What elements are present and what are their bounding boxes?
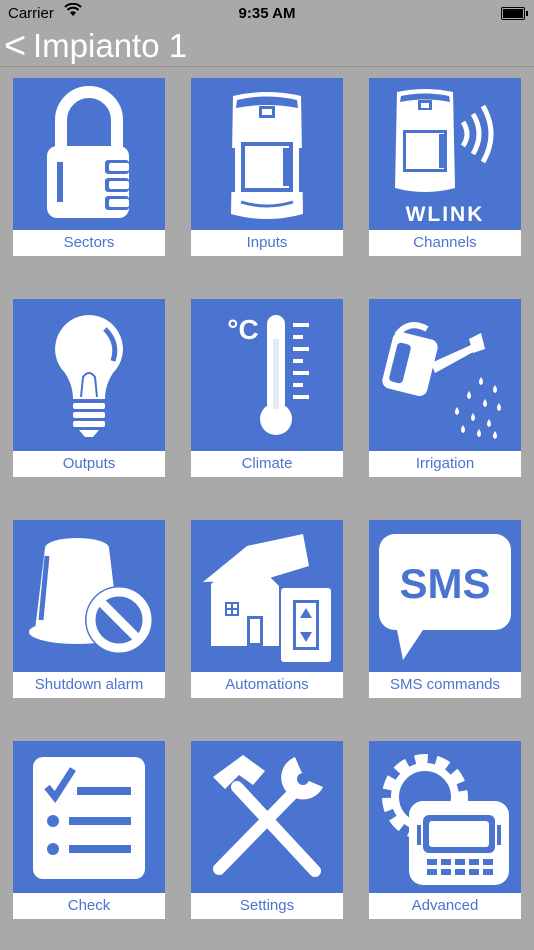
tools-icon xyxy=(191,741,343,893)
tile-sectors[interactable]: Sectors xyxy=(13,78,165,256)
tile-settings[interactable]: Settings xyxy=(191,741,343,919)
sms-text: SMS xyxy=(399,560,490,607)
house-icon xyxy=(191,520,343,672)
checklist-icon xyxy=(13,741,165,893)
tile-label: Sectors xyxy=(13,230,165,256)
tile-irrigation[interactable]: Irrigation xyxy=(369,299,521,477)
navigation-bar: < Impianto 1 xyxy=(0,25,534,67)
wlink-text: WLINK xyxy=(406,203,485,226)
tile-label: Advanced xyxy=(369,893,521,919)
lightbulb-icon xyxy=(13,299,165,451)
thermometer-icon: °C xyxy=(191,299,343,451)
tile-label: Climate xyxy=(191,451,343,477)
tile-sms-commands[interactable]: SMS SMS commands xyxy=(369,520,521,698)
tile-outputs[interactable]: Outputs xyxy=(13,299,165,477)
tile-label: Inputs xyxy=(191,230,343,256)
tile-label: SMS commands xyxy=(369,672,521,698)
tile-climate[interactable]: °C Climate xyxy=(191,299,343,477)
tile-label: Automations xyxy=(191,672,343,698)
celsius-text: °C xyxy=(227,314,258,345)
tile-label: Settings xyxy=(191,893,343,919)
back-button[interactable]: < xyxy=(4,22,26,70)
tile-automations[interactable]: Automations xyxy=(191,520,343,698)
page-title: Impianto 1 xyxy=(33,27,188,64)
padlock-icon xyxy=(13,78,165,230)
wireless-sensor-icon: WLINK xyxy=(369,78,521,230)
clock: 9:35 AM xyxy=(238,5,296,22)
tile-label: Check xyxy=(13,893,165,919)
tile-shutdown-alarm[interactable]: Shutdown alarm xyxy=(13,520,165,698)
tile-inputs[interactable]: Inputs xyxy=(191,78,343,256)
siren-off-icon xyxy=(13,520,165,672)
tile-label: Shutdown alarm xyxy=(13,672,165,698)
tile-label: Outputs xyxy=(13,451,165,477)
tile-label: Channels xyxy=(369,230,521,256)
watering-can-icon xyxy=(369,299,521,451)
sensor-icon xyxy=(191,78,343,230)
battery-icon xyxy=(501,7,528,20)
keypad-gear-icon xyxy=(369,741,521,893)
tile-check[interactable]: Check xyxy=(13,741,165,919)
sms-bubble-icon: SMS xyxy=(369,520,521,672)
menu-grid: Sectors Inputs WLINK Channels Outputs °C… xyxy=(0,66,534,950)
tile-channels[interactable]: WLINK Channels xyxy=(369,78,521,256)
tile-advanced[interactable]: Advanced xyxy=(369,741,521,919)
tile-label: Irrigation xyxy=(369,451,521,477)
